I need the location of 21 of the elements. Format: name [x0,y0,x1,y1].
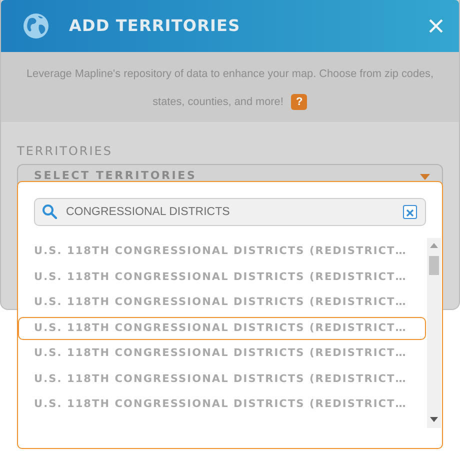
field-label: TERRITORIES [17,143,114,160]
scrollbar-thumb[interactable] [429,256,439,275]
scroll-down-icon[interactable] [430,417,438,422]
dialog-title: ADD TERRITORIES [69,15,240,37]
option-item[interactable]: U.S. 118TH CONGRESSIONAL DISTRICTS (REDISTRICT… [18,368,426,391]
close-icon [429,19,443,33]
search-icon [42,204,57,219]
scrollbar[interactable] [427,238,441,428]
close-icon [406,208,414,217]
clear-button[interactable] [403,205,417,219]
search-field[interactable]: CONGRESSIONAL DISTRICTS [34,198,426,226]
option-item[interactable]: U.S. 118TH CONGRESSIONAL DISTRICTS (REDISTRICT… [18,342,426,366]
globe-icon [23,13,49,39]
option-item[interactable]: U.S. 118TH CONGRESSIONAL DISTRICTS (REDISTRICT… [18,317,426,340]
option-item[interactable]: U.S. 118TH CONGRESSIONAL DISTRICTS (REDISTRICT… [18,292,426,314]
option-item[interactable]: U.S. 118TH CONGRESSIONAL DISTRICTS (REDISTRICT… [18,394,426,416]
option-item[interactable]: U.S. 118TH CONGRESSIONAL DISTRICTS (REDISTRICT… [18,240,426,264]
scroll-up-icon[interactable] [430,243,438,248]
option-item[interactable]: U.S. 118TH CONGRESSIONAL DISTRICTS (REDISTRICT… [18,266,426,289]
description-text: Leverage Mapline's repository of data to enhance your map. Choose from zip codes, states, counties, and more! ? [25,67,435,112]
help-badge[interactable]: ? [291,94,308,110]
